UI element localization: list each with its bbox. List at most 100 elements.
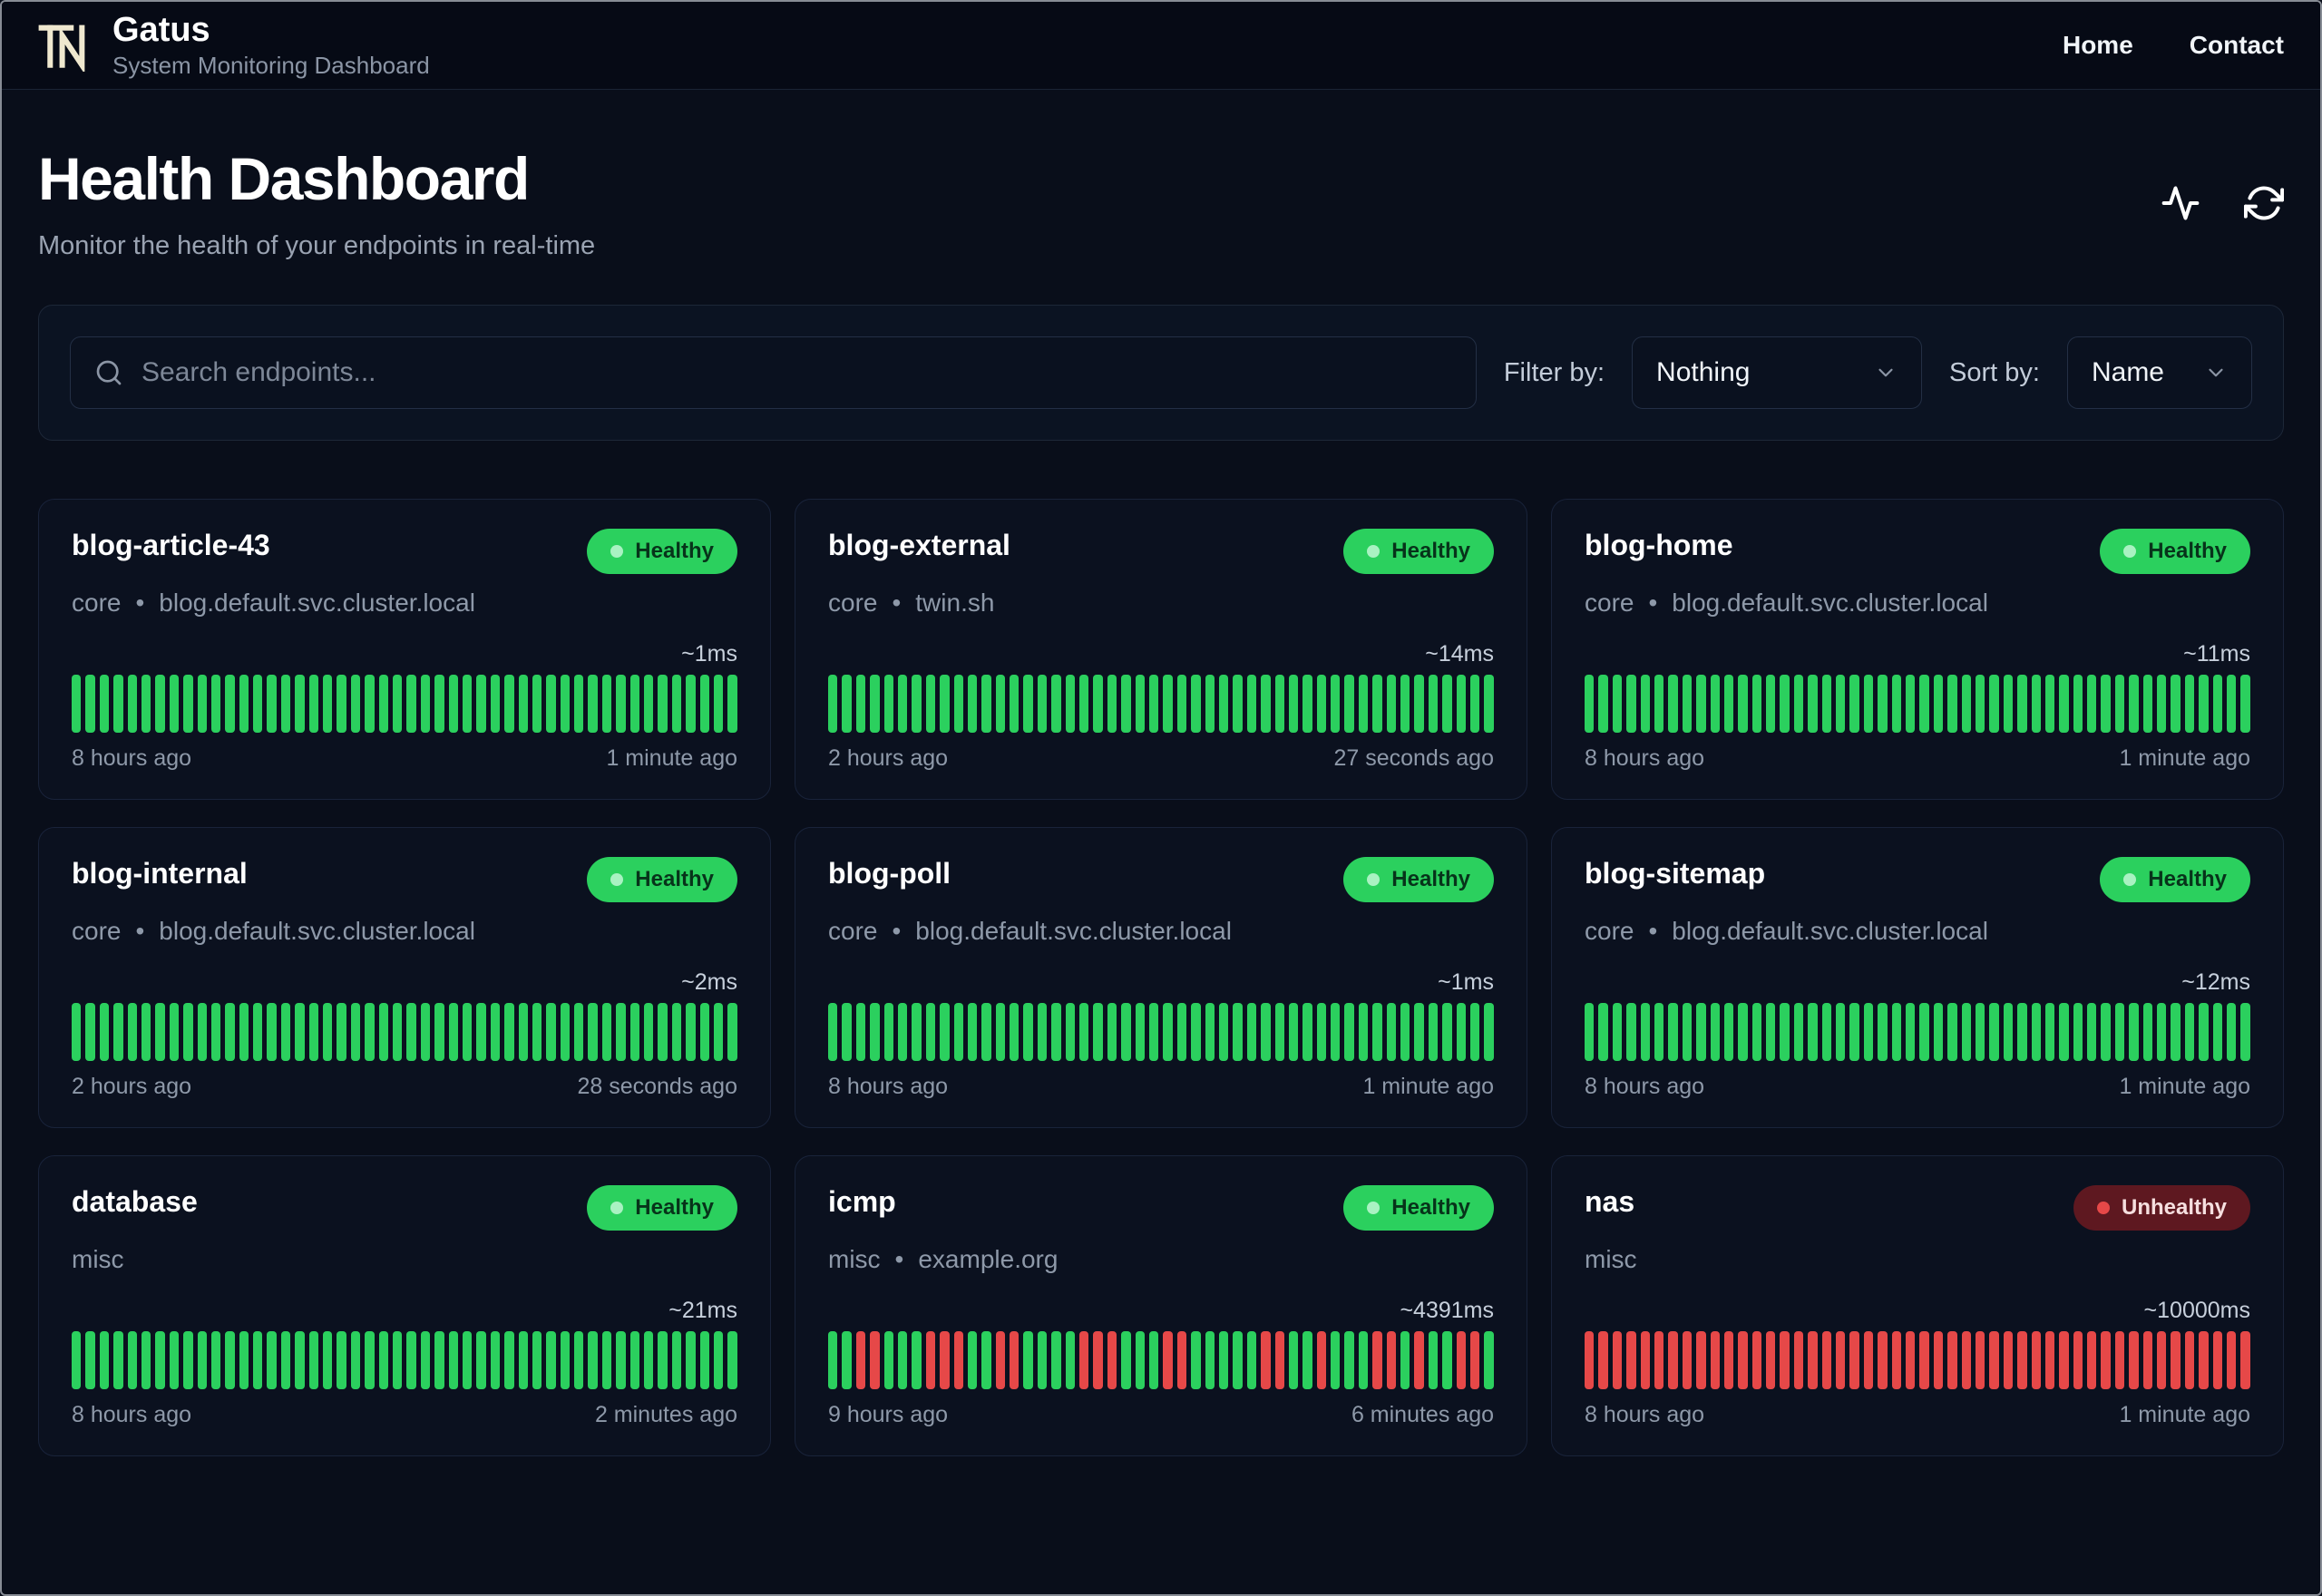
history-bar bbox=[2114, 1003, 2125, 1061]
history-bar bbox=[1598, 1331, 1608, 1389]
history-bar bbox=[1626, 1003, 1636, 1061]
history-bar bbox=[1738, 675, 1748, 733]
history-bar bbox=[1723, 1331, 1734, 1389]
status-badge: Healthy bbox=[2100, 857, 2250, 902]
sort-by-select[interactable]: Name bbox=[2066, 336, 2252, 409]
history-bar bbox=[1682, 1003, 1693, 1061]
history-bar bbox=[1469, 1331, 1480, 1389]
card-head: blog-external Healthy bbox=[828, 529, 1494, 574]
history-bar bbox=[1358, 1331, 1369, 1389]
history-bar bbox=[671, 675, 682, 733]
history-bar bbox=[1710, 1003, 1720, 1061]
nav-link-contact[interactable]: Contact bbox=[2190, 31, 2284, 60]
history-bar bbox=[1469, 1003, 1480, 1061]
history-bar bbox=[1442, 1331, 1452, 1389]
history-bar bbox=[365, 1331, 375, 1389]
filter-by-select[interactable]: Nothing bbox=[1632, 336, 1923, 409]
card-foot: 8 hours ago 1 minute ago bbox=[1585, 1074, 2250, 1100]
sort-by-label: Sort by: bbox=[1949, 357, 2040, 387]
history-bar bbox=[1121, 1331, 1131, 1389]
endpoint-card[interactable]: blog-internal Healthy core • blog.defaul… bbox=[38, 827, 771, 1128]
history-bar bbox=[1358, 1003, 1369, 1061]
endpoint-name: nas bbox=[1585, 1185, 1635, 1218]
history-bar bbox=[1456, 1331, 1466, 1389]
history-bar bbox=[1751, 1003, 1762, 1061]
history-bar bbox=[2031, 1003, 2041, 1061]
brand-block: Gatus System Monitoring Dashboard bbox=[112, 11, 430, 81]
endpoint-card[interactable]: icmp Healthy misc • example.org ~4391ms … bbox=[795, 1155, 1527, 1456]
history-bar bbox=[1682, 675, 1693, 733]
endpoint-card[interactable]: blog-poll Healthy core • blog.default.sv… bbox=[795, 827, 1527, 1128]
history-bar bbox=[1135, 1003, 1145, 1061]
endpoint-card[interactable]: blog-external Healthy core • twin.sh ~14… bbox=[795, 499, 1527, 800]
history-bar bbox=[1989, 675, 1999, 733]
history-bar bbox=[2059, 675, 2069, 733]
history-bar bbox=[1233, 1003, 1243, 1061]
history-bar bbox=[378, 1331, 388, 1389]
history-bar bbox=[1961, 675, 1971, 733]
history-bar bbox=[1191, 1331, 1201, 1389]
history-bar bbox=[925, 675, 936, 733]
card-foot: 8 hours ago 1 minute ago bbox=[72, 745, 737, 772]
endpoint-host: twin.sh bbox=[915, 589, 995, 617]
meta-bullet: • bbox=[892, 589, 902, 617]
oldest-label: 9 hours ago bbox=[828, 1402, 949, 1427]
card-foot: 9 hours ago 6 minutes ago bbox=[828, 1402, 1494, 1428]
endpoint-name: blog-internal bbox=[72, 857, 248, 890]
history-bar bbox=[1484, 675, 1494, 733]
search-box[interactable] bbox=[70, 336, 1477, 409]
card-meta: core • blog.default.svc.cluster.local bbox=[1585, 589, 2250, 618]
history-bar bbox=[1344, 1331, 1354, 1389]
history-bar bbox=[365, 675, 375, 733]
refresh-icon[interactable] bbox=[2243, 183, 2285, 223]
history-bar bbox=[842, 675, 852, 733]
status-dot-icon bbox=[610, 545, 624, 558]
history-bar bbox=[953, 1331, 963, 1389]
history-bar bbox=[1079, 675, 1089, 733]
newest-label: 1 minute ago bbox=[606, 745, 737, 771]
endpoint-card[interactable]: blog-sitemap Healthy core • blog.default… bbox=[1551, 827, 2284, 1128]
history-bar bbox=[2240, 1003, 2250, 1061]
history-bar bbox=[1176, 675, 1187, 733]
endpoint-card[interactable]: database Healthy misc ~21ms 8 hours ago … bbox=[38, 1155, 771, 1456]
history-bar bbox=[2142, 675, 2153, 733]
history-bar bbox=[686, 1331, 696, 1389]
endpoint-host: blog.default.svc.cluster.local bbox=[1672, 589, 1988, 617]
history-bar bbox=[490, 1331, 501, 1389]
status-label: Healthy bbox=[2148, 539, 2227, 563]
activity-icon[interactable] bbox=[2161, 183, 2200, 223]
history-bar bbox=[280, 675, 291, 733]
status-label: Healthy bbox=[635, 539, 714, 563]
endpoint-card[interactable]: nas Unhealthy misc ~10000ms 8 hours ago … bbox=[1551, 1155, 2284, 1456]
history-bar bbox=[658, 1331, 668, 1389]
endpoint-name: blog-article-43 bbox=[72, 529, 270, 561]
history-bar bbox=[518, 1003, 528, 1061]
history-bar bbox=[350, 1331, 361, 1389]
history-bar bbox=[323, 1331, 333, 1389]
history-bar bbox=[1051, 675, 1061, 733]
status-dot-icon bbox=[610, 873, 624, 886]
endpoint-card[interactable]: blog-article-43 Healthy core • blog.defa… bbox=[38, 499, 771, 800]
history-bar bbox=[616, 675, 626, 733]
history-bar bbox=[981, 1331, 991, 1389]
history-bar bbox=[1456, 675, 1466, 733]
history-bar bbox=[981, 675, 991, 733]
history-bar bbox=[448, 1003, 458, 1061]
endpoint-group: misc bbox=[1585, 1245, 1637, 1273]
history-bar bbox=[2087, 1003, 2097, 1061]
history-bar bbox=[671, 1331, 682, 1389]
history-bar bbox=[842, 1331, 852, 1389]
history-bar bbox=[2212, 1003, 2222, 1061]
history-bar bbox=[2184, 1003, 2195, 1061]
nav-link-home[interactable]: Home bbox=[2063, 31, 2133, 60]
history-bar bbox=[392, 675, 403, 733]
history-bar bbox=[1121, 675, 1131, 733]
endpoint-card[interactable]: blog-home Healthy core • blog.default.sv… bbox=[1551, 499, 2284, 800]
status-badge: Healthy bbox=[587, 857, 737, 902]
history-bar bbox=[183, 1003, 193, 1061]
history-bar bbox=[1738, 1331, 1748, 1389]
history-bar bbox=[1135, 675, 1145, 733]
search-input[interactable] bbox=[140, 356, 1452, 389]
history-bar bbox=[2226, 675, 2237, 733]
history-bar bbox=[1065, 1003, 1076, 1061]
